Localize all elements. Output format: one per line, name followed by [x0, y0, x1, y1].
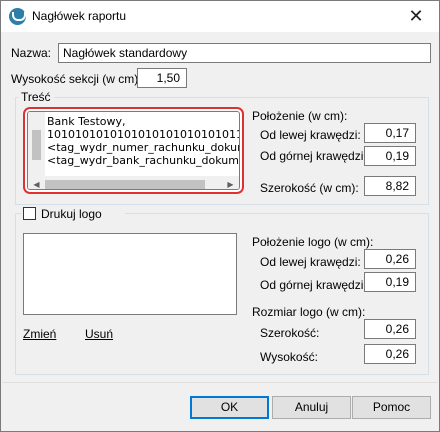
- left-edge-label: Od lewej krawędzi:: [260, 128, 361, 142]
- logo-preview: [23, 233, 237, 315]
- content-textarea[interactable]: Bank Testowy, 10101010101010101010101010…: [27, 111, 240, 190]
- content-line-4: <tag_wydr_bank_rachunku_dokument>: [47, 154, 239, 167]
- left-edge-input[interactable]: 0,17: [364, 123, 416, 143]
- close-icon[interactable]: ✕: [393, 1, 439, 32]
- content-group-legend: Treść: [18, 90, 54, 104]
- logo-width-label: Szerokość:: [260, 326, 320, 340]
- vertical-scrollbar[interactable]: [28, 112, 45, 176]
- name-input[interactable]: Nagłówek standardowy: [58, 43, 431, 63]
- window-title: Nagłówek raportu: [32, 9, 127, 23]
- content-line-1: Bank Testowy,: [47, 115, 126, 128]
- title-bar: Nagłówek raportu ✕: [1, 1, 439, 32]
- logo-position-label: Położenie logo (w cm):: [252, 235, 374, 249]
- width-label: Szerokość (w cm):: [260, 181, 359, 195]
- logo-height-input[interactable]: 0,26: [364, 344, 416, 364]
- logo-left-edge-input[interactable]: 0,26: [364, 249, 416, 269]
- vertical-scroll-thumb[interactable]: [32, 130, 41, 160]
- help-button[interactable]: Pomoc: [352, 396, 431, 419]
- horizontal-scroll-thumb[interactable]: [45, 180, 205, 189]
- top-edge-input[interactable]: 0,19: [364, 146, 416, 166]
- logo-top-edge-label: Od górnej krawędzi:: [260, 278, 367, 292]
- top-edge-label: Od górnej krawędzi:: [260, 149, 367, 163]
- section-height-label: Wysokość sekcji (w cm):: [11, 72, 142, 86]
- position-label: Położenie (w cm):: [252, 109, 348, 123]
- ok-button[interactable]: OK: [190, 396, 269, 419]
- print-logo-checkbox[interactable]: [23, 207, 36, 220]
- content-line-3: <tag_wydr_numer_rachunku_dokument: [47, 141, 239, 154]
- dialog-window: Nagłówek raportu ✕ Nazwa: Nagłówek stand…: [0, 0, 440, 432]
- logo-size-label: Rozmiar logo (w cm):: [252, 305, 366, 319]
- remove-logo-link[interactable]: Usuń: [85, 327, 113, 341]
- cancel-button[interactable]: Anuluj: [272, 396, 351, 419]
- logo-left-edge-label: Od lewej krawędzi:: [260, 255, 361, 269]
- section-height-input[interactable]: 1,50: [137, 68, 187, 88]
- scroll-left-arrow-icon[interactable]: ◀: [28, 176, 45, 189]
- app-logo-icon: [9, 8, 26, 25]
- horizontal-scrollbar[interactable]: ◀ ▶: [28, 176, 239, 189]
- change-logo-link[interactable]: Zmień: [23, 327, 56, 341]
- content-line-2: 10101010101010101010101010110100: [47, 128, 239, 141]
- logo-width-input[interactable]: 0,26: [364, 319, 416, 339]
- print-logo-label[interactable]: Drukuj logo: [41, 207, 102, 221]
- logo-top-edge-input[interactable]: 0,19: [364, 272, 416, 292]
- logo-height-label: Wysokość:: [260, 350, 318, 364]
- scroll-right-arrow-icon[interactable]: ▶: [222, 176, 239, 189]
- content-textarea-highlight[interactable]: Bank Testowy, 10101010101010101010101010…: [23, 107, 244, 194]
- width-input[interactable]: 8,82: [364, 176, 416, 196]
- name-label: Nazwa:: [11, 46, 52, 60]
